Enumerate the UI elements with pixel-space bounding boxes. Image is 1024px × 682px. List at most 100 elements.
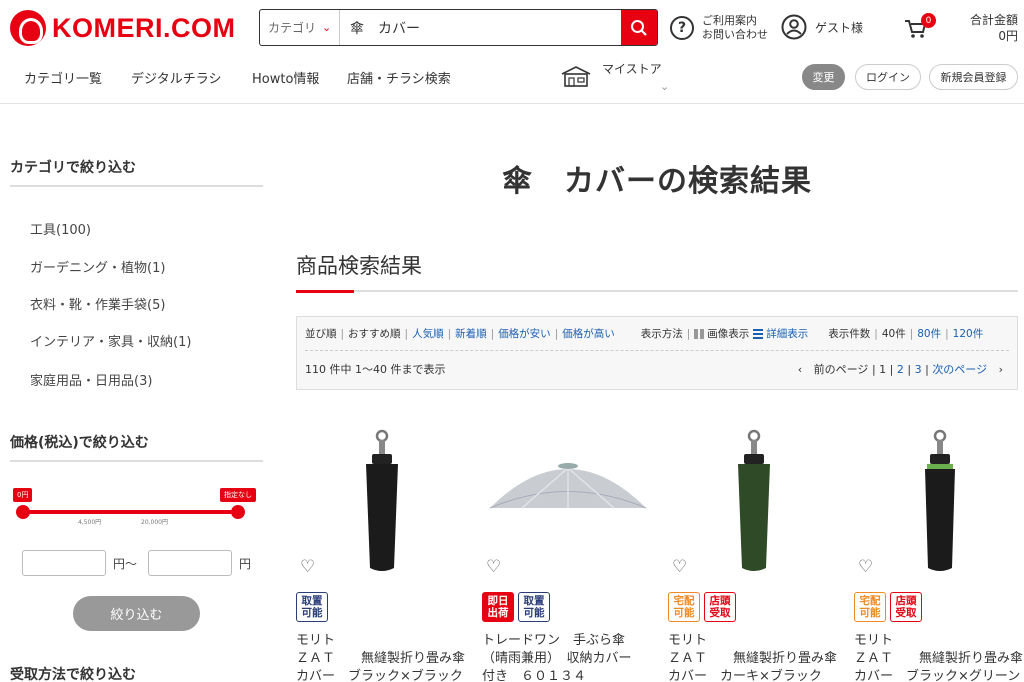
category-filter-item[interactable]: 衣料・靴・作業手袋(5)	[30, 294, 165, 313]
user-icon	[781, 14, 807, 40]
change-store-button[interactable]: 変更	[802, 64, 845, 90]
price-max-input[interactable]	[148, 550, 232, 576]
product-name[interactable]: モリト ＺＡＴ 無縫製折り畳み傘 カバー ブラック×ブラック	[296, 632, 468, 682]
rooster-logo-icon	[10, 10, 46, 46]
sort-toolbar: 並び順 | おすすめ順 | 人気順 | 新着順 | 価格が安い | 価格が高い …	[296, 316, 1018, 390]
category-filter-item[interactable]: インテリア・家具・収納(1)	[30, 331, 191, 350]
sort-popular[interactable]: 人気順	[412, 326, 444, 341]
logo-text: KOMERI.COM	[52, 12, 236, 43]
section-title: 商品検索結果	[296, 254, 422, 278]
next-page-link[interactable]: 次のページ	[932, 363, 987, 376]
search-category-select[interactable]: カテゴリ ⌄	[260, 10, 340, 45]
guest-label: ゲスト様	[815, 20, 864, 35]
divider	[10, 185, 263, 187]
nav-digital-flyer[interactable]: デジタルチラシ	[131, 68, 221, 87]
total-label: 合計金額	[969, 13, 1018, 27]
price-min-input[interactable]	[22, 550, 106, 576]
chevron-down-icon: ⌄	[322, 21, 332, 34]
grid-icon	[694, 328, 705, 339]
chevron-down-icon: ⌄	[660, 80, 670, 93]
pickup-available-badge: 取置 可能	[518, 592, 550, 622]
price-max-handle[interactable]	[231, 505, 245, 519]
cart-total: 合計金額 0円	[970, 12, 1018, 44]
help-link[interactable]: ? ご利用案内 お問い合わせ	[670, 14, 768, 42]
account-link[interactable]: ゲスト様	[781, 14, 863, 40]
register-button[interactable]: 新規会員登録	[929, 64, 1018, 90]
display-image-option[interactable]: 画像表示	[707, 326, 749, 341]
total-value: 0円	[998, 29, 1018, 43]
sort-price-low[interactable]: 価格が安い	[498, 326, 551, 341]
search-bar: カテゴリ ⌄	[259, 9, 658, 46]
chevron-right-icon: ›	[998, 363, 1003, 376]
mystore-label: マイストア	[602, 62, 662, 76]
sort-recommended[interactable]: おすすめ順	[348, 326, 401, 341]
price-min-handle[interactable]	[16, 505, 30, 519]
category-filter-item[interactable]: ガーデニング・植物(1)	[30, 257, 165, 276]
product-image	[489, 463, 647, 509]
favorite-heart-icon[interactable]: ♡	[858, 557, 873, 577]
per-page-80[interactable]: 80件	[917, 326, 941, 341]
product-card[interactable]: ♡ 取置 可能 モリト ＺＡＴ 無縫製折り畳み傘 カバー ブラック×ブラック	[296, 420, 468, 682]
sort-newest[interactable]: 新着順	[455, 326, 487, 341]
sort-label: 並び順	[305, 328, 337, 340]
delivery-available-badge: 宅配 可能	[668, 592, 700, 622]
product-name[interactable]: モリト ＺＡＴ 無縫製折り畳み傘 カバー カーキ×ブラック	[668, 632, 840, 682]
product-image	[366, 429, 398, 571]
page-1[interactable]: 1	[879, 363, 886, 376]
product-badges: 即日 出荷 取置 可能	[482, 592, 550, 622]
apply-filter-button[interactable]: 絞り込む	[73, 596, 200, 631]
contact-label: お問い合わせ	[702, 28, 768, 41]
store-pickup-badge: 店頭 受取	[704, 592, 736, 622]
chevron-left-icon: ‹	[797, 363, 803, 376]
help-icon: ?	[670, 16, 694, 40]
category-filter-heading: カテゴリで絞り込む	[10, 160, 136, 176]
store-pickup-badge: 店頭 受取	[890, 592, 922, 622]
result-count: 110 件中 1〜40 件まで表示	[305, 363, 446, 376]
favorite-heart-icon[interactable]: ♡	[486, 557, 501, 577]
pickup-available-badge: 取置 可能	[296, 592, 328, 622]
yen-from-label: 円〜	[113, 557, 138, 571]
receive-method-heading: 受取方法で絞り込む	[10, 667, 136, 682]
main-nav: カテゴリ一覧 デジタルチラシ Howto情報 店舗・チラシ検索 マイストア ⌄ …	[0, 56, 1024, 104]
same-day-shipping-badge: 即日 出荷	[482, 592, 514, 622]
list-icon	[753, 328, 764, 339]
page-title: 傘 カバーの検索結果	[502, 164, 812, 199]
items-per-page-label: 表示件数	[828, 328, 871, 340]
cart-button[interactable]: 0	[904, 13, 936, 42]
per-page-120[interactable]: 120件	[953, 326, 984, 341]
per-page-40[interactable]: 40件	[882, 326, 906, 341]
divider	[305, 350, 1009, 351]
search-input[interactable]	[340, 10, 621, 45]
product-card[interactable]: ♡ 宅配 可能 店頭 受取 モリト ＺＡＴ 無縫製折り畳み傘 カバー ブラック×グリ…	[854, 420, 1024, 682]
product-name[interactable]: モリト ＺＡＴ 無縫製折り畳み傘 カバー ブラック×グリーン	[854, 632, 1024, 682]
category-filter-item[interactable]: 家庭用品・日用品(3)	[30, 370, 152, 389]
favorite-heart-icon[interactable]: ♡	[300, 557, 315, 577]
delivery-available-badge: 宅配 可能	[854, 592, 886, 622]
favorite-heart-icon[interactable]: ♡	[672, 557, 687, 577]
nav-howto[interactable]: Howto情報	[252, 68, 319, 87]
product-name[interactable]: トレードワン 手ぶら傘 （晴雨兼用） 収納カバー 付き ６０１３４	[482, 632, 654, 682]
login-button[interactable]: ログイン	[855, 64, 921, 90]
search-category-label: カテゴリ	[268, 21, 317, 35]
search-button[interactable]	[621, 10, 657, 45]
divider	[10, 460, 263, 462]
nav-category-list[interactable]: カテゴリ一覧	[24, 68, 102, 87]
product-badges: 取置 可能	[296, 592, 328, 622]
category-filter-item[interactable]: 工具(100)	[30, 219, 91, 238]
display-mode-label: 表示方法	[640, 328, 683, 340]
price-range-slider[interactable]	[16, 505, 245, 519]
prev-page-link[interactable]: 前のページ	[814, 363, 869, 376]
page-2[interactable]: 2	[897, 363, 904, 376]
price-filter-heading: 価格(税込)で絞り込む	[10, 435, 149, 451]
display-detail-option[interactable]: 詳細表示	[766, 326, 808, 341]
page-3[interactable]: 3	[915, 363, 922, 376]
product-badges: 宅配 可能 店頭 受取	[854, 592, 922, 622]
cart-count-badge: 0	[921, 13, 936, 28]
price-tick-label: 20,000円	[141, 519, 168, 526]
nav-store-search[interactable]: 店舗・チラシ検索	[347, 68, 451, 87]
product-card[interactable]: ♡ 宅配 可能 店頭 受取 モリト ＺＡＴ 無縫製折り畳み傘 カバー カーキ×ブラッ…	[668, 420, 840, 682]
mystore-link[interactable]: マイストア ⌄	[560, 60, 669, 93]
site-logo[interactable]: KOMERI.COM	[10, 10, 236, 46]
sort-price-high[interactable]: 価格が高い	[562, 326, 615, 341]
product-card[interactable]: ♡ 即日 出荷 取置 可能 トレードワン 手ぶら傘 （晴雨兼用） 収納カバー 付き …	[482, 420, 654, 682]
